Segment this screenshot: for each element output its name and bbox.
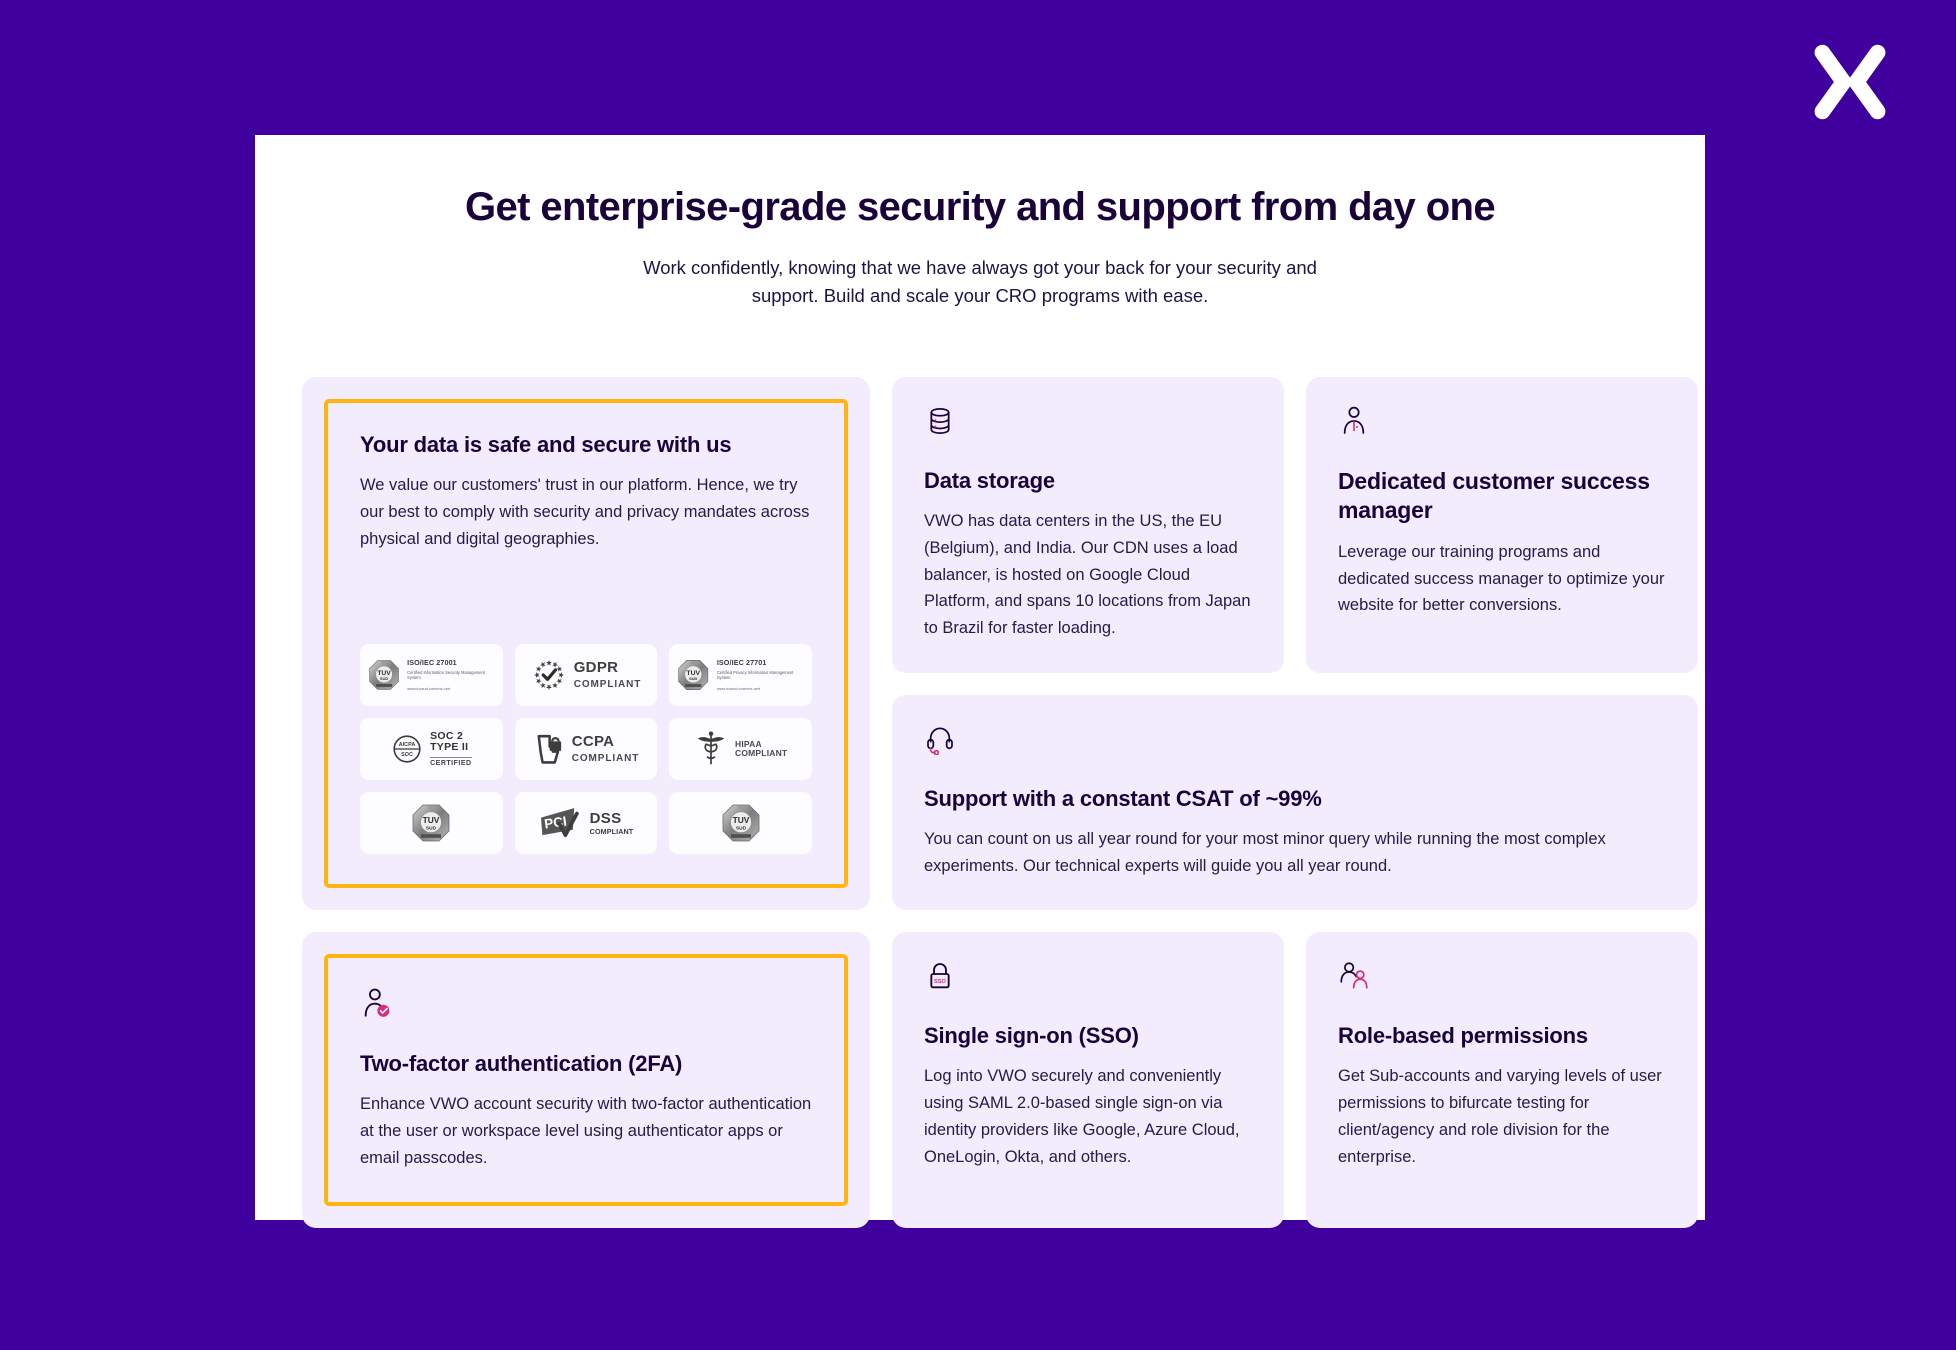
badge-main-label: CCPA — [571, 733, 615, 751]
two-people-icon — [1340, 962, 1368, 989]
card-role-permissions-body: Get Sub-accounts and varying levels of u… — [1338, 1067, 1662, 1166]
compliance-badge-grid: TUV SUD ISO/IEC 27001 Certified Informat… — [360, 644, 812, 855]
badge-ccpa: CCPA COMPLIANT — [514, 718, 658, 781]
badge-main-label: DSS — [589, 809, 622, 827]
badge-sub-label: COMPLIANT — [571, 753, 640, 765]
card-role-permissions: Role-based permissions Get Sub-accounts … — [1306, 932, 1698, 1228]
svg-text:SUD: SUD — [736, 826, 747, 832]
card-sso: SSO Single sign-on (SSO) Log into VWO se… — [892, 932, 1284, 1228]
badge-sub-label: CERTIFIED — [430, 757, 472, 768]
svg-text:AICPA: AICPA — [399, 742, 416, 748]
upper-card-stack: Data storage VWO has data centers in the… — [892, 376, 1698, 911]
lock-sso-icon: SSO — [930, 963, 950, 989]
badge-sub-label: Certified Privacy Information Management… — [716, 669, 794, 680]
card-data-safe: Your data is safe and secure with us We … — [302, 376, 870, 911]
badge-url-label: www.tuvsud.com/ms-cert — [716, 685, 761, 691]
badge-hipaa: HIPAA COMPLIANT — [669, 718, 812, 781]
svg-text:SUD: SUD — [426, 826, 437, 832]
svg-text:SOC: SOC — [401, 752, 413, 758]
svg-text:TUV: TUV — [423, 815, 440, 825]
headset-icon — [927, 727, 953, 755]
highlight-outline: Two-factor authentication (2FA) Enhance … — [324, 954, 848, 1206]
content-panel: Get enterprise-grade security and suppor… — [255, 135, 1705, 1228]
card-role-permissions-title: Role-based permissions — [1338, 1023, 1588, 1049]
badge-main-label: ISO/IEC 27001 — [407, 658, 457, 668]
svg-text:TUV: TUV — [377, 670, 391, 677]
lower-card-stack: SSO Single sign-on (SSO) Log into VWO se… — [892, 932, 1698, 1228]
eu-stars-check-icon — [533, 660, 564, 691]
badge-main-label: GDPR — [573, 659, 619, 677]
card-sso-title: Single sign-on (SSO) — [924, 1023, 1139, 1049]
card-success-manager: Dedicated customer success manager Lever… — [1306, 376, 1698, 673]
database-icon — [930, 407, 950, 434]
caduceus-icon — [697, 731, 725, 765]
badge-sub-label: Certified Information Security Managemen… — [407, 669, 485, 680]
person-icon — [1343, 406, 1365, 434]
lock-sso-label: SSO — [934, 979, 947, 985]
svg-text:TUV: TUV — [732, 815, 749, 825]
badge-pci-dss: PCI DSS COMPLIANT — [514, 792, 658, 855]
card-success-manager-body: Leverage our training programs and dedic… — [1338, 542, 1665, 615]
badge-main-label: ISO/IEC 27701 — [716, 658, 767, 668]
badge-soc2: AICPA SOC SOC 2 TYPE II CERTIFIED — [360, 718, 503, 781]
card-support-csat-title: Support with a constant CSAT of ~99% — [924, 785, 1322, 811]
badge-iso-27701: TUV SUD ISO/IEC 27701 Certified Privacy … — [669, 644, 812, 707]
badge-sub-label: COMPLIANT — [573, 679, 642, 691]
california-lock-icon — [537, 735, 561, 765]
card-two-factor: Two-factor authentication (2FA) Enhance … — [302, 932, 870, 1228]
card-sso-body: Log into VWO securely and conveniently u… — [924, 1067, 1240, 1166]
badge-tuv-sud-left: TUV SUD — [360, 792, 503, 855]
badge-iso-27001: TUV SUD ISO/IEC 27001 Certified Informat… — [360, 644, 503, 707]
card-support-csat-body: You can count on us all year round for y… — [924, 829, 1606, 875]
badge-gdpr: GDPR COMPLIANT — [514, 644, 658, 707]
page-subtitle: Work confidently, knowing that we have a… — [643, 257, 1317, 307]
card-data-storage: Data storage VWO has data centers in the… — [892, 376, 1284, 673]
badge-main2-label: TYPE II — [430, 741, 469, 754]
tuv-sud-octagon-icon: TUV SUD — [678, 660, 709, 691]
tuv-sud-octagon-icon: TUV SUD — [722, 804, 760, 842]
highlight-outline: Your data is safe and secure with us We … — [324, 398, 848, 889]
card-success-manager-title: Dedicated customer success manager — [1338, 467, 1650, 524]
feature-grid: Your data is safe and secure with us We … — [283, 376, 1698, 1228]
badge-sub-label: COMPLIANT — [735, 748, 788, 759]
vwo-x-logo — [1814, 44, 1886, 120]
card-support-csat: Support with a constant CSAT of ~99% You… — [892, 694, 1698, 911]
card-data-storage-title: Data storage — [924, 467, 1055, 493]
aicpa-soc-icon: AICPA SOC — [393, 735, 421, 763]
pci-icon: PCI — [540, 808, 579, 838]
tuv-sud-octagon-icon: TUV SUD — [369, 660, 399, 691]
tuv-sud-octagon-icon: TUV SUD — [412, 804, 450, 842]
svg-text:SUD: SUD — [689, 676, 697, 681]
badge-sub-label: COMPLIANT — [589, 826, 634, 836]
card-data-storage-body: VWO has data centers in the US, the EU (… — [924, 512, 1251, 637]
badge-url-label: www.tuvsud.com/ms-cert — [407, 685, 451, 691]
card-two-factor-body: Enhance VWO account security with two-fa… — [360, 1095, 812, 1167]
page-title: Get enterprise-grade security and suppor… — [464, 185, 1496, 229]
badge-tuv-sud-right: TUV SUD — [669, 792, 812, 855]
card-data-safe-body: We value our customers' trust in our pla… — [360, 476, 810, 548]
user-check-icon — [364, 988, 390, 1018]
card-two-factor-title: Two-factor authentication (2FA) — [360, 1051, 683, 1077]
svg-text:SUD: SUD — [380, 677, 388, 681]
card-data-safe-title: Your data is safe and secure with us — [360, 431, 732, 457]
